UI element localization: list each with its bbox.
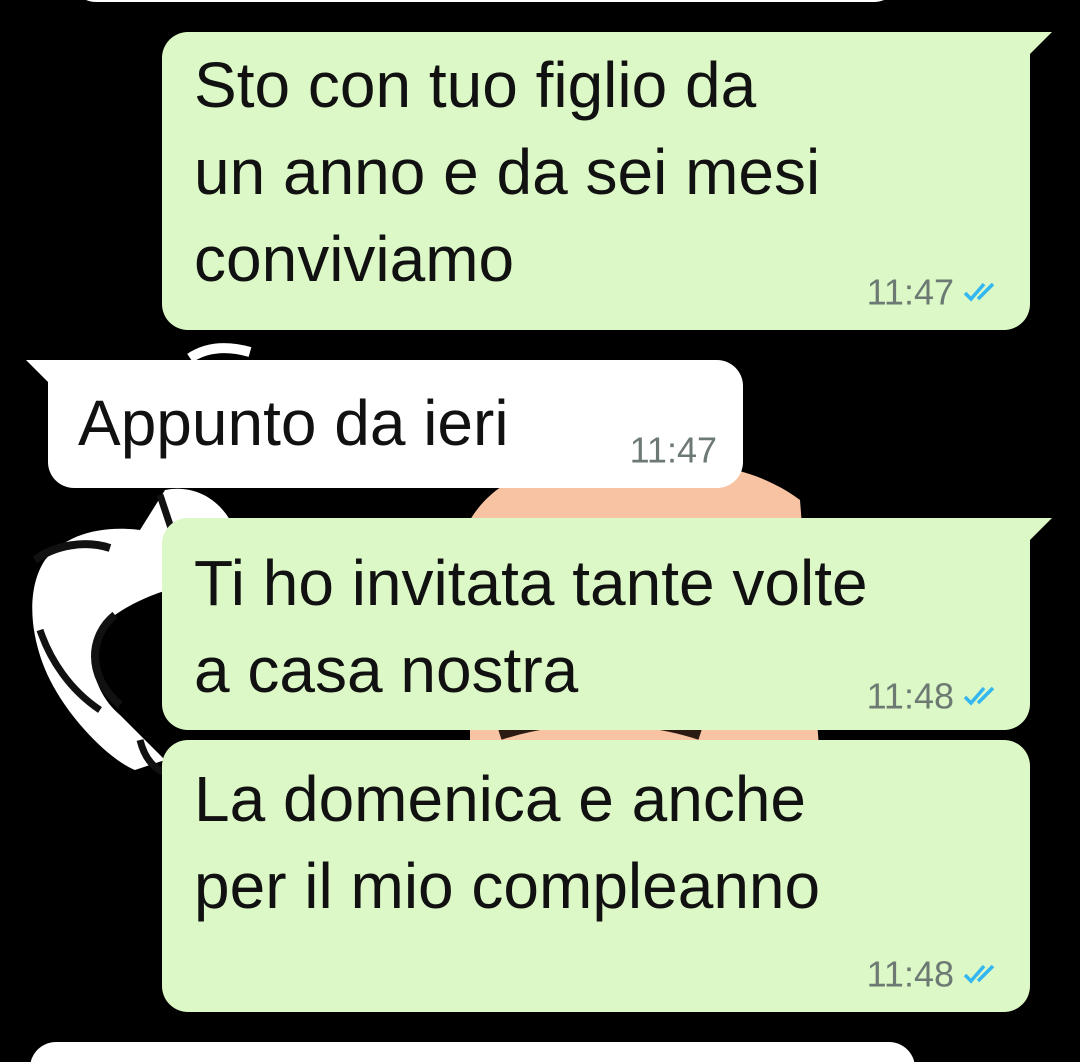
message-text: Ti ho invitata tante volte a casa nostra [194, 547, 868, 706]
message-time: 11:47 [866, 271, 954, 312]
bubble-tail [1026, 32, 1052, 58]
double-check-read-icon [962, 272, 1004, 312]
message-time: 11:48 [866, 953, 954, 994]
double-check-read-icon [962, 954, 1004, 994]
outgoing-message[interactable]: Ti ho invitata tante volte a casa nostra… [162, 518, 1052, 730]
outgoing-message[interactable]: Sto con tuo figlio da un anno e da sei m… [162, 32, 1052, 330]
message-time: 11:47 [629, 429, 717, 470]
bubble-tail [26, 360, 52, 386]
chat-conversation[interactable]: Sto con tuo figlio da un anno e da sei m… [0, 0, 1080, 1062]
incoming-message[interactable]: Appunto da ieri 11:47 [26, 360, 743, 488]
message-meta: 11:48 [867, 674, 1004, 716]
partial-message-top [70, 0, 900, 2]
message-meta: 11:47 [867, 270, 1004, 312]
message-meta: 11:47 [630, 428, 717, 470]
bubble-tail [1026, 518, 1052, 544]
message-text: La domenica e anche per il mio compleann… [194, 763, 821, 922]
message-text: Sto con tuo figlio da un anno e da sei m… [194, 49, 821, 295]
partial-message-bottom [30, 1042, 915, 1062]
message-time: 11:48 [866, 675, 954, 716]
outgoing-message[interactable]: La domenica e anche per il mio compleann… [162, 740, 1030, 1012]
message-meta: 11:48 [867, 952, 1004, 994]
double-check-read-icon [962, 676, 1004, 716]
message-text: Appunto da ieri [78, 387, 509, 459]
